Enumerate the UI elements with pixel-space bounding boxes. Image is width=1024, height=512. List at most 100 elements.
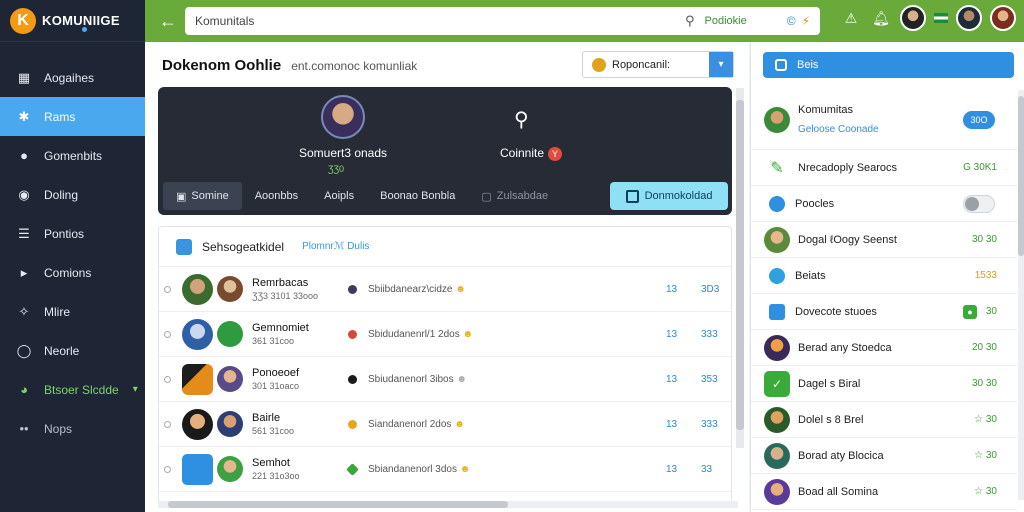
search-filter-tag[interactable]: Podiokie xyxy=(705,15,747,27)
row-radio[interactable] xyxy=(164,465,171,473)
item-label: Dagel s Biral xyxy=(798,377,861,390)
scroll-thumb[interactable] xyxy=(1018,96,1024,256)
row-status-text: Sbiudanenorl 3ibos xyxy=(368,373,454,385)
flag-icon[interactable] xyxy=(934,13,948,23)
tab-somine[interactable]: ▣ Somine xyxy=(163,182,242,210)
count-pill[interactable]: 30O xyxy=(963,110,995,129)
list-item[interactable]: Dogal ℓOogy Seenst 30 30 xyxy=(751,222,1017,258)
triangle-icon[interactable]: ⚠ xyxy=(840,7,862,29)
search-icon[interactable]: ⚲ xyxy=(685,13,695,29)
top-bar: ← ⚲ Podiokie © ⚡ ⚠ 🔔︎ xyxy=(145,0,1024,42)
leaf-icon: ✎ xyxy=(770,159,784,177)
tab-aoipls[interactable]: Aoipls xyxy=(311,182,367,210)
connect-label[interactable]: Coinnite Y xyxy=(500,146,563,161)
community-avatar xyxy=(764,442,790,469)
row-radio[interactable] xyxy=(164,285,171,293)
sidebar-item-doling[interactable]: ◉ Doling xyxy=(0,175,145,214)
item-label: Poocles xyxy=(795,197,835,210)
palette-icon: ◕ xyxy=(20,382,28,397)
app-logo[interactable]: K KOMUNIIGE xyxy=(0,0,145,42)
list-icon xyxy=(176,238,192,255)
row-radio[interactable] xyxy=(164,420,171,428)
row-score: 3D3 xyxy=(701,283,720,295)
arrow-left-icon: ← xyxy=(159,10,177,31)
item-label: Dolel s 8 Brel xyxy=(798,413,864,426)
cta-label: Donmokoldad xyxy=(644,190,713,202)
right-panel-button[interactable]: Beis xyxy=(763,52,1014,78)
item-value: 30 30 xyxy=(971,378,997,389)
list-item[interactable]: Borad aty Blocica ☆ 30 xyxy=(751,438,1017,474)
row-avatar-secondary xyxy=(217,366,243,392)
row-radio[interactable] xyxy=(164,375,171,383)
item-text: Komumitas Geloose Coonade xyxy=(798,104,879,135)
back-button[interactable]: ← xyxy=(153,6,183,36)
list-item[interactable]: Boad all Somina ☆ 30 xyxy=(751,474,1017,510)
search-input[interactable] xyxy=(195,14,685,28)
item-label: Beiats xyxy=(795,269,826,282)
sidebar-item-btsoer-slcdde[interactable]: ◕ Btsoer Slcdde ▾ xyxy=(0,370,145,409)
tab-boonao-bonbla[interactable]: Boonao Bonbla xyxy=(367,182,468,210)
main-scrollbar-horizontal[interactable] xyxy=(158,501,738,508)
page-subtitle: ent.comonoc komunliak xyxy=(291,59,418,73)
scroll-thumb[interactable] xyxy=(736,100,744,430)
list-item[interactable]: ✎ Nrecadoply Searocs G 30K1 xyxy=(751,150,1017,186)
item-value: 30 30 xyxy=(971,234,997,245)
status-dot xyxy=(346,462,359,476)
community-avatar xyxy=(764,406,790,433)
list-tag[interactable]: Plomnrℳ Dulis xyxy=(302,241,369,252)
row-radio[interactable] xyxy=(164,330,171,338)
scroll-thumb[interactable] xyxy=(168,501,508,508)
item-label: Borad aty Blocica xyxy=(798,449,884,462)
list-item[interactable]: ✓ Dagel s Biral 30 30 xyxy=(751,366,1017,402)
sidebar-item-nops[interactable]: •• Nops xyxy=(0,409,145,448)
table-row[interactable]: Gemnomiet 361 31coo Sbidudanenrl/1 2dos … xyxy=(159,312,731,357)
row-status: Siandanenorl 2dos ☻ xyxy=(368,419,688,430)
row-names: Ponoeoef 301 31oaco xyxy=(252,367,340,391)
tab-label: Zulsabdae xyxy=(496,190,549,202)
cta-button[interactable]: Donmokoldad xyxy=(610,182,728,210)
right-scrollbar[interactable] xyxy=(1018,90,1024,500)
sidebar-item-pontios[interactable]: ☰ Pontios xyxy=(0,214,145,253)
sidebar-item-label: Neorle xyxy=(44,343,80,358)
table-row[interactable]: Bairle 561 31coo Siandanenorl 2dos ☻ 13 … xyxy=(159,402,731,447)
row-score: 33 xyxy=(701,463,713,475)
table-row[interactable]: Ponoeoef 301 31oaco Sbiudanenorl 3ibos ☻… xyxy=(159,357,731,402)
tab-label: Somine xyxy=(191,190,229,202)
user-avatar[interactable] xyxy=(990,5,1016,31)
list-item[interactable]: Berad any Stoedca 20 30 xyxy=(751,330,1017,366)
toggle-switch[interactable] xyxy=(963,194,995,213)
list-item[interactable]: Dovecote stuoes ● 30 xyxy=(751,294,1017,330)
sidebar-item-comions[interactable]: ▸ Comions xyxy=(0,253,145,292)
list-item[interactable]: Beiats 1533 xyxy=(751,258,1017,294)
connect-icon[interactable]: ⚲ xyxy=(514,107,529,132)
row-meta: 301 31oaco xyxy=(252,381,300,391)
profile-avatar[interactable] xyxy=(321,95,365,139)
user-avatar[interactable] xyxy=(956,5,982,31)
user-avatar[interactable] xyxy=(900,5,926,31)
tab-aoonbbs[interactable]: Aoonbbs xyxy=(242,182,311,210)
list-item[interactable]: Komumitas Geloose Coonade 30O xyxy=(751,90,1017,150)
spark-icon[interactable]: ⚡ xyxy=(802,14,810,28)
table-row[interactable]: Semhot 221 31o3oo Sbiandanenorl 3dos ☻ 1… xyxy=(159,447,731,492)
bell-icon[interactable]: 🔔︎ xyxy=(870,7,892,29)
right-list: Komumitas Geloose Coonade 30O ✎ Nrecadop… xyxy=(751,90,1017,510)
list-item[interactable]: Poocles xyxy=(751,186,1017,222)
item-value: ☆ 30 xyxy=(974,450,997,461)
sidebar-item-neorle[interactable]: ◯ Neorle xyxy=(0,331,145,370)
chevron-down-icon[interactable]: ▾ xyxy=(709,52,733,77)
sidebar-item-mlire[interactable]: ✧ Mlire xyxy=(0,292,145,331)
target-icon[interactable]: © xyxy=(787,14,796,28)
item-label: Dovecote stuoes xyxy=(795,305,877,318)
tab-zulsabdae[interactable]: ▢ Zulsabdae xyxy=(468,182,561,210)
community-select[interactable]: Roponcanil: ▾ xyxy=(582,51,734,78)
sidebar-item-gomenbits[interactable]: ● Gomenbits xyxy=(0,136,145,175)
table-row[interactable]: Remrbacas ƷƷ3 3101 33ooo Sbiibdanearz\ci… xyxy=(159,267,731,312)
star-icon: ✧ xyxy=(18,303,30,319)
sidebar-item-label: Btsoer Slcdde xyxy=(44,382,119,397)
main-scrollbar-vertical[interactable] xyxy=(736,88,744,448)
sidebar-item-aogaihes[interactable]: ▦ Aogaihes xyxy=(0,58,145,97)
row-meta: 221 31o3oo xyxy=(252,471,300,481)
profile-card: Somuert3 onads ƷƷ0 ⚲ Coinnite Y ▣ Somine A… xyxy=(158,87,732,215)
list-item[interactable]: Dolel s 8 Brel ☆ 30 xyxy=(751,402,1017,438)
sidebar-item-rams[interactable]: ✱ Rams xyxy=(0,97,145,136)
